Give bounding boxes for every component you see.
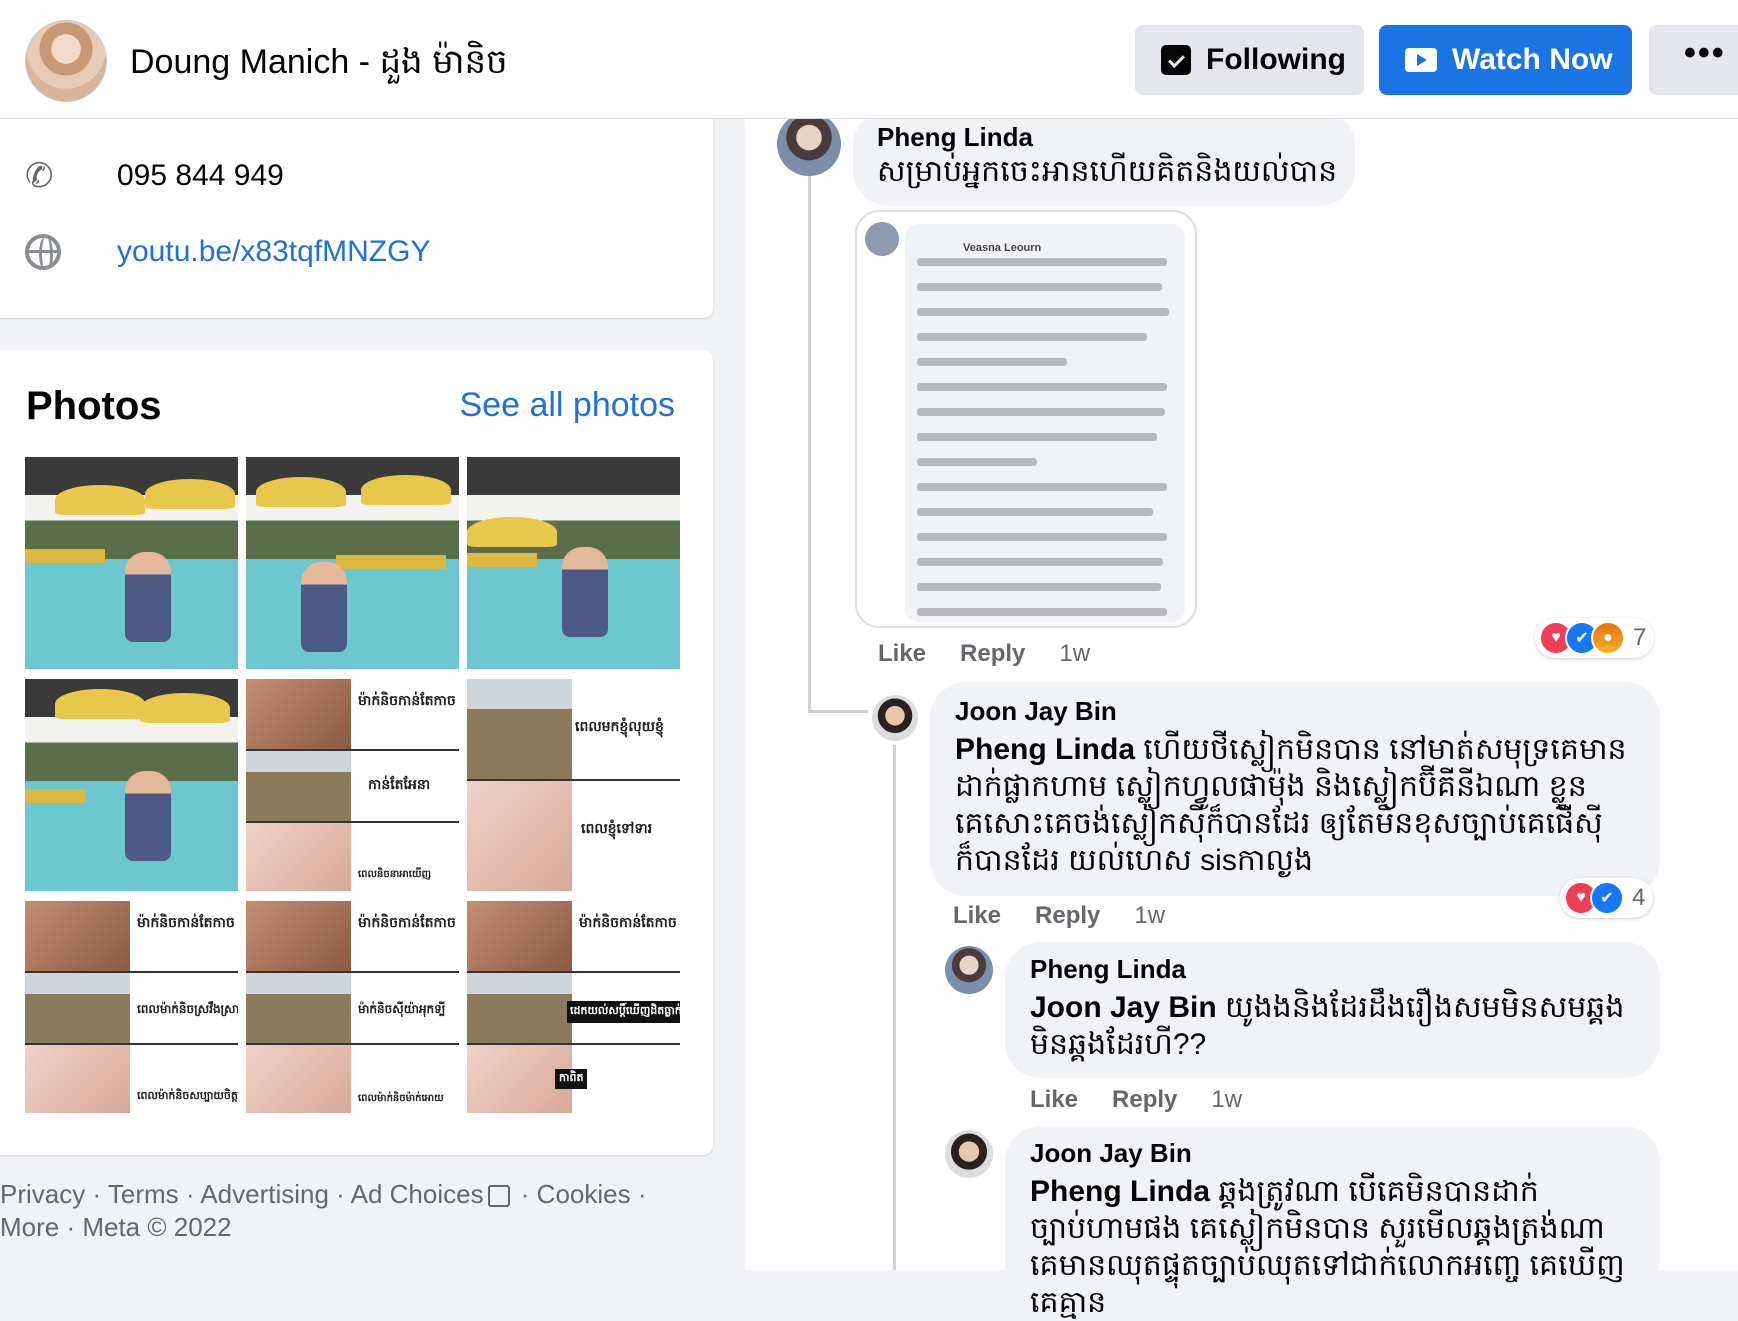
- photo-thumbnail-1[interactable]: [25, 457, 238, 669]
- reply-link[interactable]: Reply: [1112, 1086, 1177, 1113]
- following-icon: [1161, 45, 1191, 75]
- watch-now-button[interactable]: Watch Now: [1379, 25, 1632, 95]
- footer-links-line2[interactable]: More · Meta © 2022: [0, 1211, 700, 1244]
- ad-choices-icon: [487, 1185, 510, 1208]
- globe-icon: [25, 234, 61, 270]
- reaction-summary[interactable]: ♥ ✔ 4: [1560, 878, 1654, 918]
- comment-author[interactable]: Pheng Linda: [1030, 954, 1635, 985]
- thread-line: [808, 710, 868, 713]
- meme-caption: ម៉ាក់និចស៊ីយ៉ាអុកទ្បី: [358, 1002, 446, 1016]
- meme-caption: ពេលមកខ្ញុំលុយខ្ញុំ: [575, 718, 664, 734]
- avatar[interactable]: [777, 112, 841, 176]
- photo-thumbnail-9[interactable]: ម៉ាក់និចកាន់តែកាច ដេកយល់សប្តិ៍ឃើញដិតធ្លា…: [467, 901, 680, 1113]
- photo-thumbnail-3[interactable]: [467, 457, 680, 669]
- meme-caption: កាពិត: [555, 1069, 588, 1089]
- website-link[interactable]: youtu.be/x83tqfMNZGY: [117, 235, 430, 269]
- meme-caption: ម៉ាក់និចកាន់តែកាច: [579, 914, 677, 930]
- watch-now-label: Watch Now: [1452, 43, 1613, 76]
- more-icon: •••: [1684, 34, 1726, 72]
- comment-actions: Like Reply 1w: [953, 902, 1199, 930]
- meme-caption: ពេលនិចនាអាយើញ: [358, 869, 431, 880]
- phone-number[interactable]: 095 844 949: [117, 159, 284, 193]
- phone-icon: ✆: [25, 157, 54, 195]
- meme-caption: ម៉ាក់និចកាន់តែកាច: [358, 914, 456, 930]
- meme-caption: ម៉ាក់និចកាន់តែកាច: [137, 914, 235, 930]
- comment-actions: Like Reply 1w: [878, 640, 1124, 668]
- meme-caption: ពេលម៉ាក់និចសប្បាយចិត្ត: [137, 1090, 238, 1102]
- photo-thumbnail-2[interactable]: [246, 457, 459, 669]
- reaction-count: 4: [1632, 884, 1646, 911]
- comment-bubble: Pheng Linda Joon Jay Bin យូងងនិងដែរដឹងរឿ…: [1005, 942, 1660, 1078]
- comment-author[interactable]: Joon Jay Bin: [1030, 1138, 1635, 1169]
- like-reaction-icon: ✔: [1590, 881, 1624, 915]
- avatar[interactable]: [945, 946, 993, 994]
- like-link[interactable]: Like: [1030, 1086, 1078, 1113]
- screenshot-text-lines: [917, 258, 1169, 626]
- meme-caption: ពេលម៉ាក់និចស្រវឹងស្រា: [137, 1002, 238, 1016]
- meme-caption: កាន់តែអែនា: [368, 776, 431, 792]
- thread-line: [808, 175, 811, 710]
- photos-title: Photos: [26, 384, 162, 428]
- reaction-summary[interactable]: ♥ ✔ ● 7: [1535, 618, 1655, 658]
- website-row: youtu.be/x83tqfMNZGY: [25, 234, 430, 270]
- comment-actions: Like Reply 1w: [1030, 1086, 1276, 1114]
- footer-cookies[interactable]: · Cookies ·: [514, 1179, 647, 1209]
- photos-card: Photos See all photos ម៉ាក់និចកាន់តែកាច …: [0, 350, 713, 1155]
- angry-reaction-icon: ●: [1591, 621, 1625, 655]
- comment-text: សម្រាប់អ្នកចេះអានហើយគិតនិងយល់បាន: [877, 155, 1338, 188]
- intro-card: ✆ 095 844 949 youtu.be/x83tqfMNZGY: [0, 100, 713, 318]
- avatar[interactable]: [872, 695, 918, 741]
- like-link[interactable]: Like: [878, 640, 926, 667]
- reply-link[interactable]: Reply: [960, 640, 1025, 667]
- photo-thumbnail-8[interactable]: ម៉ាក់និចកាន់តែកាច ម៉ាក់និចស៊ីយ៉ាអុកទ្បី …: [246, 901, 459, 1113]
- comment-time[interactable]: 1w: [1059, 640, 1090, 667]
- phone-row: ✆ 095 844 949: [25, 158, 284, 194]
- comment-bubble: Pheng Linda សម្រាប់អ្នកចេះអានហើយគិតនិងយល…: [853, 110, 1355, 206]
- meme-caption: ពេលខ្ញុំទៅទារ: [581, 820, 653, 836]
- photo-thumbnail-7[interactable]: ម៉ាក់និចកាន់តែកាច ពេលម៉ាក់និចស្រវឹងស្រា …: [25, 901, 238, 1113]
- more-options-button[interactable]: •••: [1649, 25, 1738, 95]
- comment-author[interactable]: Joon Jay Bin: [955, 696, 1635, 727]
- comment-bubble: Joon Jay Bin Pheng Linda ហើយថីស្លៀកមិនបា…: [930, 682, 1660, 896]
- footer-links: Privacy · Terms · Advertising · Ad Choic…: [0, 1178, 700, 1244]
- screenshot-author: Veasna Leourn: [963, 242, 1042, 254]
- meme-caption: ដេកយល់សប្តិ៍ឃើញដិតធ្លាក់គំលើខ្ញុំ: [567, 1001, 680, 1023]
- following-button[interactable]: Following: [1135, 25, 1364, 95]
- comment-bubble: Joon Jay Bin Pheng Linda ឆ្គងត្រូវណា បើគ…: [1005, 1126, 1660, 1319]
- comment-body: Joon Jay Bin យូងងនិងដែរដឹងរឿងសមមិនសមឆ្គង…: [1030, 989, 1635, 1063]
- mention-link[interactable]: Pheng Linda: [955, 733, 1135, 766]
- following-label: Following: [1206, 43, 1346, 76]
- photo-thumbnail-6[interactable]: ពេលមកខ្ញុំលុយខ្ញុំ ពេលខ្ញុំទៅទារ: [467, 679, 680, 891]
- comment-author[interactable]: Pheng Linda: [877, 122, 1331, 153]
- meme-caption: ពេលម៉ាក់និចម៉ាក់អោយ: [358, 1093, 444, 1104]
- avatar[interactable]: [945, 1130, 993, 1178]
- page-avatar[interactable]: [25, 20, 107, 102]
- photo-thumbnail-4[interactable]: [25, 679, 238, 891]
- comment-image[interactable]: Veasna Leourn: [855, 210, 1197, 628]
- mention-link[interactable]: Pheng Linda: [1030, 1175, 1210, 1208]
- meme-caption: ម៉ាក់និចកាន់តែកាច: [358, 692, 456, 708]
- photo-thumbnail-5[interactable]: ម៉ាក់និចកាន់តែកាច កាន់តែអែនា ពេលនិចនាអាយ…: [246, 679, 459, 891]
- page-title[interactable]: Doung Manich - ដួង ម៉ានិច: [130, 40, 508, 90]
- footer-links-line1[interactable]: Privacy · Terms · Advertising · Ad Choic…: [0, 1179, 484, 1209]
- reply-link[interactable]: Reply: [1035, 902, 1100, 929]
- comment-time[interactable]: 1w: [1211, 1086, 1242, 1113]
- mention-link[interactable]: Joon Jay Bin: [1030, 991, 1217, 1024]
- thread-line: [893, 745, 896, 1270]
- see-all-photos-link[interactable]: See all photos: [460, 386, 676, 425]
- comment-body: Pheng Linda ហើយថីស្លៀកមិនបាន នៅមាត់សមុទ្…: [955, 731, 1635, 879]
- page-header: Doung Manich - ដួង ម៉ានិច Following Watc…: [0, 0, 1738, 119]
- comment-time[interactable]: 1w: [1134, 902, 1165, 929]
- reaction-count: 7: [1633, 624, 1647, 651]
- watch-icon: [1405, 48, 1437, 72]
- avatar: [865, 222, 899, 256]
- like-link[interactable]: Like: [953, 902, 1001, 929]
- comment-body: Pheng Linda ឆ្គងត្រូវណា បើគេមិនបានដាក់ច្…: [1030, 1173, 1635, 1321]
